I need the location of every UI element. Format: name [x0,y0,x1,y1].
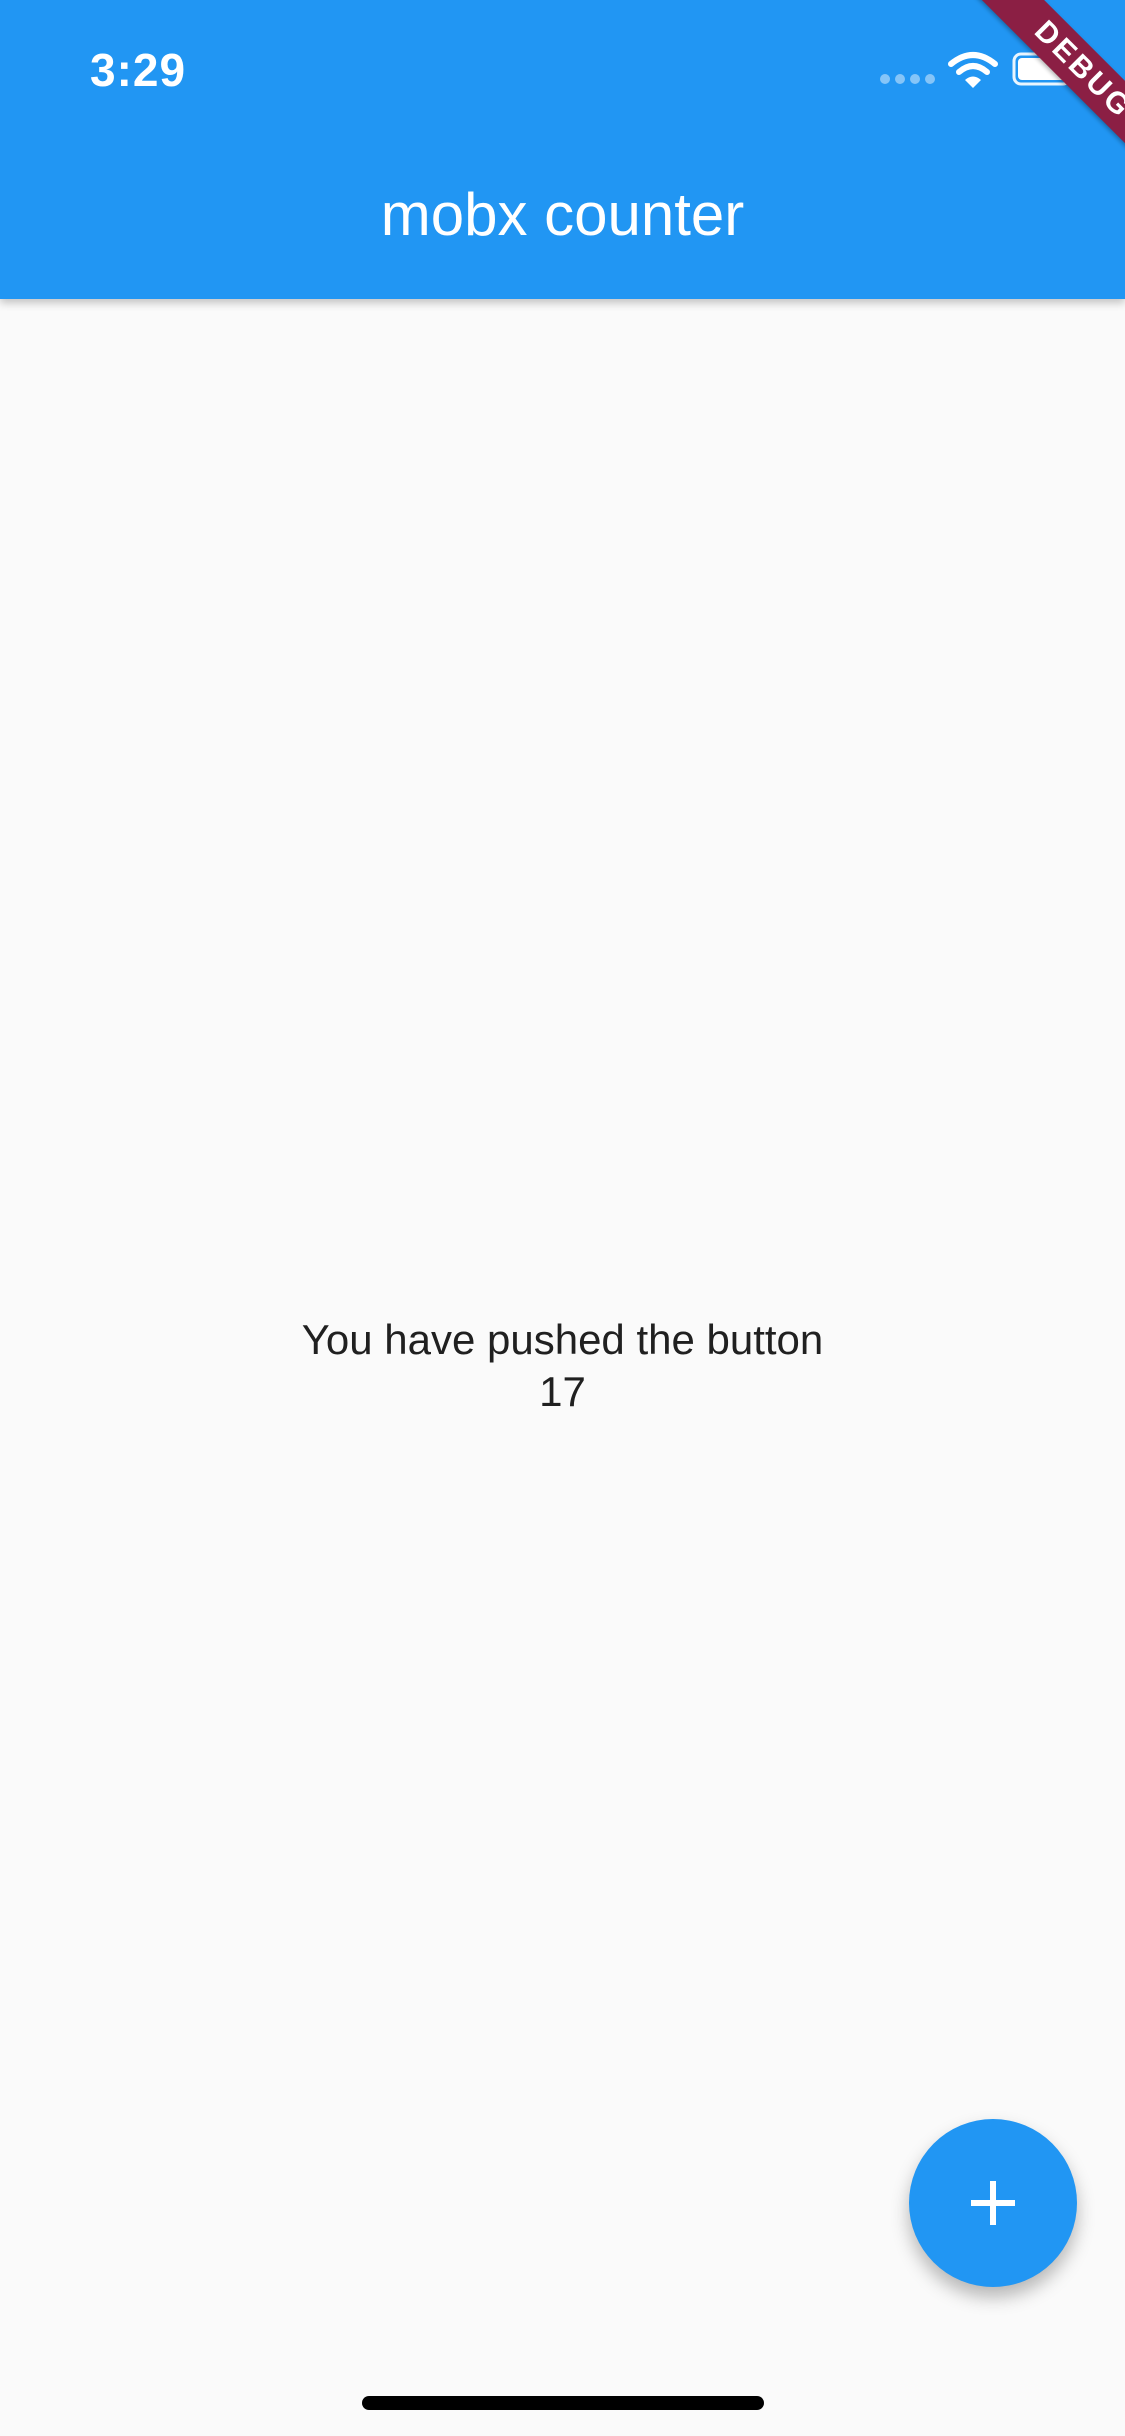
app-title: mobx counter [380,181,745,248]
counter-value: 17 [539,1368,586,1415]
battery-icon [1012,52,1077,86]
status-time: 3:29 [90,44,187,96]
counter-label: You have pushed the button [301,1316,824,1363]
app-bar: 3:29 mobx counter [0,0,1125,299]
wifi-icon [948,52,998,88]
home-indicator [362,2396,764,2410]
cellular-signal-icon [880,74,936,86]
increment-button[interactable] [909,2119,1077,2287]
plus-icon [971,2181,1015,2225]
